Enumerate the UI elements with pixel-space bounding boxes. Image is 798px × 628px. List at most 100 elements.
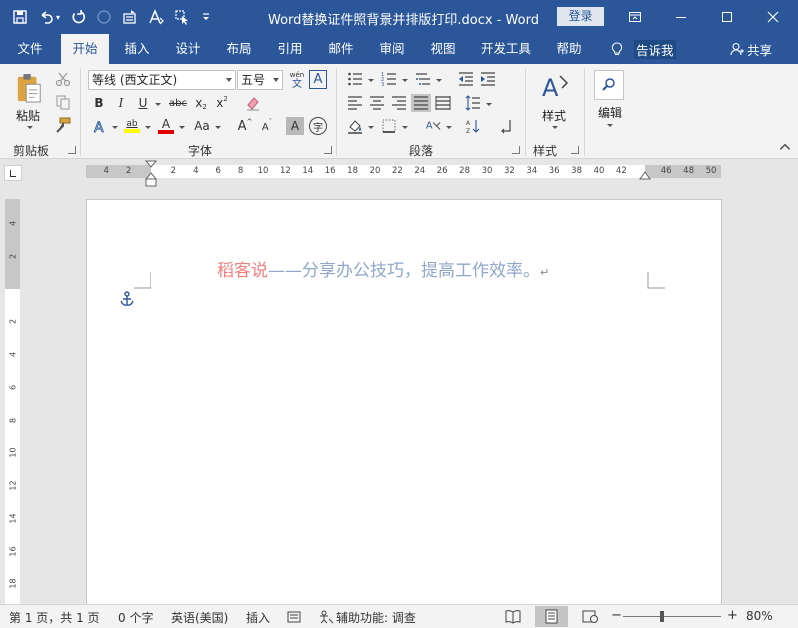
web-layout-icon[interactable] [582,609,598,624]
editing-dropdown-icon[interactable] [607,124,613,127]
text-effects-icon[interactable]: A [90,117,110,135]
distributed-icon[interactable] [433,94,453,112]
paste-dropdown-icon[interactable] [27,126,33,129]
numbering-dropdown-icon[interactable] [402,79,408,82]
line-spacing-dropdown-icon[interactable] [486,103,492,106]
bullets-icon[interactable] [345,70,365,88]
tab-insert[interactable]: 插入 [116,34,158,64]
print-layout-button[interactable] [535,606,568,627]
paste-button-label[interactable]: 粘贴 [16,107,40,124]
accessibility-icon[interactable] [318,610,334,624]
character-border-icon[interactable]: A [309,70,327,89]
align-right-icon[interactable] [389,94,409,112]
document-text-line[interactable]: 稻客说——分享办公技巧，提高工作效率。↵ [217,256,549,281]
underline-button[interactable]: U [134,94,152,112]
zoom-slider-thumb[interactable] [660,611,664,622]
shrink-font-button[interactable]: Aˇ [258,117,276,135]
underline-dropdown-icon[interactable] [155,103,161,106]
enclose-characters-button[interactable]: 字 [309,117,327,135]
zoom-level[interactable]: 80% [746,609,773,623]
change-case-dropdown-icon[interactable] [215,126,221,129]
clipboard-launcher-icon[interactable] [68,146,76,154]
share-button[interactable]: 共享 [730,39,772,59]
highlight-dropdown-icon[interactable] [145,126,151,129]
tab-home[interactable]: 开始 [61,34,109,64]
zoom-in-button[interactable]: + [727,608,738,623]
insert-mode[interactable]: 插入 [246,609,270,626]
accessibility-status[interactable]: 辅助功能: 调查 [336,609,416,626]
tab-layout[interactable]: 布局 [218,34,260,64]
font-launcher-icon[interactable] [324,146,332,154]
save-icon[interactable] [8,6,32,28]
numbering-icon[interactable]: 123 [379,70,399,88]
font-color-icon[interactable]: A [156,117,176,135]
decrease-indent-icon[interactable] [456,70,476,88]
italic-button[interactable]: I [112,94,130,112]
shading-icon[interactable] [345,117,365,135]
grow-font-button[interactable]: A ^ [236,117,254,135]
font-icon[interactable] [144,6,168,28]
vertical-ruler[interactable]: 4 2 2 4 6 8 10 12 14 16 18 [5,199,20,605]
superscript-button[interactable]: x2 [213,94,231,112]
tab-review[interactable]: 审阅 [371,34,413,64]
font-name-combo[interactable]: 等线 (西文正文) [88,70,236,90]
macro-record-icon[interactable] [287,610,301,624]
styles-launcher-icon[interactable] [571,146,579,154]
close-icon[interactable] [750,0,796,34]
tab-mailings[interactable]: 邮件 [320,34,362,64]
tell-me-search[interactable]: 告诉我 [610,39,676,59]
styles-dropdown-icon[interactable] [552,126,558,129]
tab-file[interactable]: 文件 [8,34,52,64]
tab-design[interactable]: 设计 [167,34,209,64]
horizontal-ruler[interactable]: 4 2 2 4 6 8 10 12 14 16 18 20 22 24 26 28 30 32 34 36 38 40 42… [86,165,721,178]
text-effects-dropdown-icon[interactable] [112,126,118,129]
bullets-dropdown-icon[interactable] [368,79,374,82]
customize-icon[interactable] [196,6,216,28]
language-indicator[interactable]: 英语(美国) [171,609,228,626]
right-indent-marker-icon[interactable] [639,171,651,180]
zoom-slider[interactable] [623,616,721,617]
format-painter-icon[interactable] [54,116,72,134]
multilevel-list-icon[interactable] [413,70,433,88]
borders-icon[interactable] [379,117,399,135]
justify-icon[interactable] [411,94,431,112]
search-icon[interactable] [594,70,624,100]
cut-icon[interactable] [54,70,72,88]
styles-button-label[interactable]: 样式 [542,107,566,124]
tab-developer[interactable]: 开发工具 [473,34,539,64]
indent-marker-icon[interactable] [145,160,157,188]
read-mode-icon[interactable] [505,609,521,624]
minimize-icon[interactable] [658,0,704,34]
styles-icon[interactable]: A [538,70,572,104]
cursor-icon[interactable] [170,6,194,28]
phonetic-guide-icon[interactable]: wén 文 [288,70,306,90]
align-left-icon[interactable] [345,94,365,112]
borders-dropdown-icon[interactable] [402,126,408,129]
paragraph-launcher-icon[interactable] [512,146,520,154]
font-size-combo[interactable]: 五号 [237,70,283,90]
layout-icon[interactable] [118,6,142,28]
login-button[interactable]: 登录 [557,7,604,26]
font-color-dropdown-icon[interactable] [179,126,185,129]
sort-icon[interactable]: AZ [463,117,483,135]
paragraph-mark-icon[interactable] [496,117,516,135]
chinese-layout-dropdown-icon[interactable] [446,126,452,129]
change-case-button[interactable]: Aa [190,117,214,135]
circle-icon[interactable] [92,6,116,28]
highlight-color-icon[interactable]: ab [122,117,142,135]
font-size-dropdown-icon[interactable] [273,78,279,82]
font-name-dropdown-icon[interactable] [226,78,232,82]
bold-button[interactable]: B [90,94,108,112]
word-count[interactable]: 0 个字 [118,609,153,626]
line-spacing-icon[interactable] [463,94,483,112]
copy-icon[interactable] [54,93,72,111]
paste-icon[interactable] [12,70,46,106]
undo-icon[interactable]: ▾ [34,6,64,28]
character-shading-button[interactable]: A [286,117,304,135]
chinese-layout-icon[interactable]: A [421,117,445,135]
redo-icon[interactable] [66,6,90,28]
tab-references[interactable]: 引用 [269,34,311,64]
align-center-icon[interactable] [367,94,387,112]
editing-button-label[interactable]: 编辑 [598,104,622,121]
maximize-icon[interactable] [704,0,750,34]
